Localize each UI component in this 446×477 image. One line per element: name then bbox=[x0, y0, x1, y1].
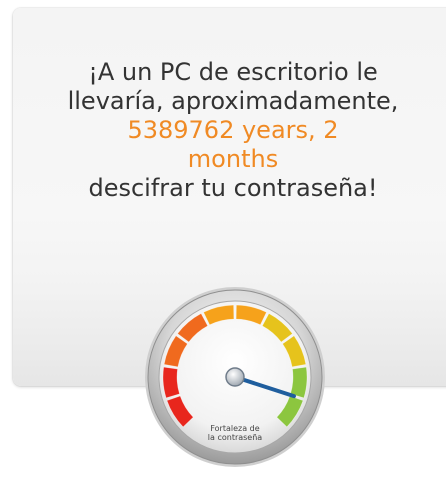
gauge-label-line-1: Fortaleza de bbox=[210, 424, 260, 433]
gauge-label-line-2: la contraseña bbox=[207, 433, 263, 442]
page: ¡A un PC de escritorio le llevaría, apro… bbox=[0, 0, 446, 477]
message-line-2: llevaría, aproximadamente, bbox=[67, 87, 399, 115]
message-line-3: descifrar tu contraseña! bbox=[88, 174, 378, 202]
gauge-segment bbox=[290, 366, 308, 399]
crack-time-message: ¡A un PC de escritorio le llevaría, apro… bbox=[20, 58, 446, 203]
crack-duration: 5389762 years, 2 months bbox=[127, 116, 339, 173]
gauge-label: Fortaleza de la contraseña bbox=[202, 424, 268, 442]
gauge-hub bbox=[225, 367, 245, 387]
gauge-segment bbox=[162, 366, 180, 399]
message-line-1: ¡A un PC de escritorio le bbox=[88, 58, 378, 86]
